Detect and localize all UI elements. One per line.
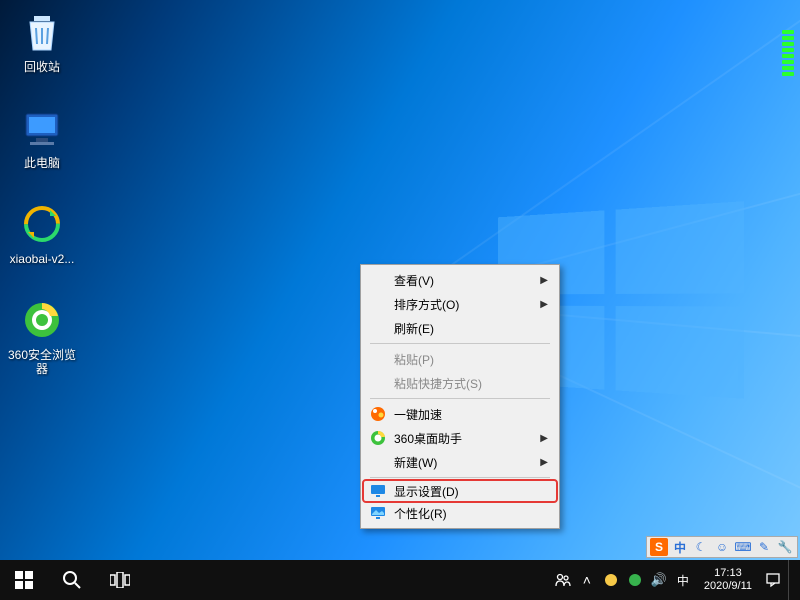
tray-clock[interactable]: 17:13 2020/9/11 xyxy=(698,567,758,593)
ime-wrench-icon[interactable]: 🔧 xyxy=(776,538,794,556)
windows-logo-icon xyxy=(15,571,33,589)
tray-time: 17:13 xyxy=(704,567,752,580)
tray-status-yellow-icon[interactable] xyxy=(602,571,620,589)
ctx-paste-shortcut: 粘贴快捷方式(S) xyxy=(364,371,556,395)
ime-bar[interactable]: S 中 ☾ ☺ ⌨ ✎ 🔧 xyxy=(646,536,798,558)
ctx-label: 查看(V) xyxy=(394,272,434,289)
ime-keyboard-icon[interactable]: ⌨ xyxy=(734,538,752,556)
ctx-label: 一键加速 xyxy=(394,406,442,423)
tray-ime-indicator[interactable]: 中 xyxy=(674,571,692,589)
ime-lang-button[interactable]: 中 xyxy=(671,538,689,556)
ctx-label: 刷新(E) xyxy=(394,320,434,337)
start-button[interactable] xyxy=(0,560,48,600)
sogou-logo-icon[interactable]: S xyxy=(650,538,668,556)
rocket-icon xyxy=(368,404,388,424)
ime-pen-icon[interactable]: ✎ xyxy=(755,538,773,556)
desktop-icon-xiaobai[interactable]: xiaobai-v2... xyxy=(4,200,80,266)
show-desktop-button[interactable] xyxy=(788,560,794,600)
ctx-separator xyxy=(370,343,550,344)
ctx-refresh[interactable]: 刷新(E) xyxy=(364,316,556,340)
desktop-icon-label: 此电脑 xyxy=(4,156,80,170)
desktop-icon-label: 360安全浏览器 xyxy=(4,348,80,377)
desktop-icon-label: 回收站 xyxy=(4,60,80,74)
recycle-bin-icon xyxy=(18,8,66,56)
download-icon xyxy=(18,200,66,248)
ctx-label: 显示设置(D) xyxy=(394,483,459,500)
task-view-icon xyxy=(110,572,130,588)
chevron-right-icon: ▶ xyxy=(540,275,548,286)
ctx-label: 360桌面助手 xyxy=(394,430,462,447)
taskbar: ˄ 🔊 中 17:13 2020/9/11 xyxy=(0,560,800,600)
desktop-icon-360-browser[interactable]: 360安全浏览器 xyxy=(4,296,80,377)
personalize-icon xyxy=(368,503,388,523)
ctx-new[interactable]: 新建(W) ▶ xyxy=(364,450,556,474)
task-view-button[interactable] xyxy=(96,560,144,600)
tray-sound-icon[interactable]: 🔊 xyxy=(650,571,668,589)
ime-moon-icon[interactable]: ☾ xyxy=(692,538,710,556)
ctx-label: 粘贴快捷方式(S) xyxy=(394,375,482,392)
ctx-label: 排序方式(O) xyxy=(394,296,459,313)
display-icon xyxy=(368,481,388,501)
tray-action-center-icon[interactable] xyxy=(764,571,782,589)
ctx-paste: 粘贴(P) xyxy=(364,347,556,371)
chevron-right-icon: ▶ xyxy=(540,299,548,310)
ctx-label: 粘贴(P) xyxy=(394,351,434,368)
ctx-view[interactable]: 查看(V) ▶ xyxy=(364,268,556,292)
tray-chevron-up-icon[interactable]: ˄ xyxy=(578,571,596,589)
desktop-icon-recycle-bin[interactable]: 回收站 xyxy=(4,8,80,74)
desktop-context-menu: 查看(V) ▶ 排序方式(O) ▶ 刷新(E) 粘贴(P) 粘贴快捷方式(S) 一键… xyxy=(360,264,560,529)
ctx-separator xyxy=(370,398,550,399)
360-browser-icon xyxy=(18,296,66,344)
ctx-display-settings[interactable]: 显示设置(D) xyxy=(362,479,558,503)
desktop-icon-this-pc[interactable]: 此电脑 xyxy=(4,104,80,170)
ctx-speedup[interactable]: 一键加速 xyxy=(364,402,556,426)
system-tray: ˄ 🔊 中 17:13 2020/9/11 xyxy=(554,560,800,600)
search-button[interactable] xyxy=(48,560,96,600)
volume-meter-gadget xyxy=(782,26,794,76)
ctx-label: 个性化(R) xyxy=(394,505,447,522)
ctx-label: 新建(W) xyxy=(394,454,437,471)
desktop[interactable]: 回收站 此电脑 xiaobai-v2... 360安全浏览器 查看(V) ▶ 排序… xyxy=(0,0,800,600)
tray-status-green-icon[interactable] xyxy=(626,571,644,589)
tray-people-icon[interactable] xyxy=(554,571,572,589)
search-icon xyxy=(62,570,82,590)
desktop-icon-label: xiaobai-v2... xyxy=(4,252,80,266)
pc-icon xyxy=(18,104,66,152)
ctx-separator xyxy=(370,477,550,478)
360-icon xyxy=(368,428,388,448)
ctx-sort[interactable]: 排序方式(O) ▶ xyxy=(364,292,556,316)
tray-date: 2020/9/11 xyxy=(704,580,752,593)
ctx-360-helper[interactable]: 360桌面助手 ▶ xyxy=(364,426,556,450)
chevron-right-icon: ▶ xyxy=(540,433,548,444)
chevron-right-icon: ▶ xyxy=(540,457,548,468)
ctx-personalize[interactable]: 个性化(R) xyxy=(364,501,556,525)
ime-emoji-icon[interactable]: ☺ xyxy=(713,538,731,556)
